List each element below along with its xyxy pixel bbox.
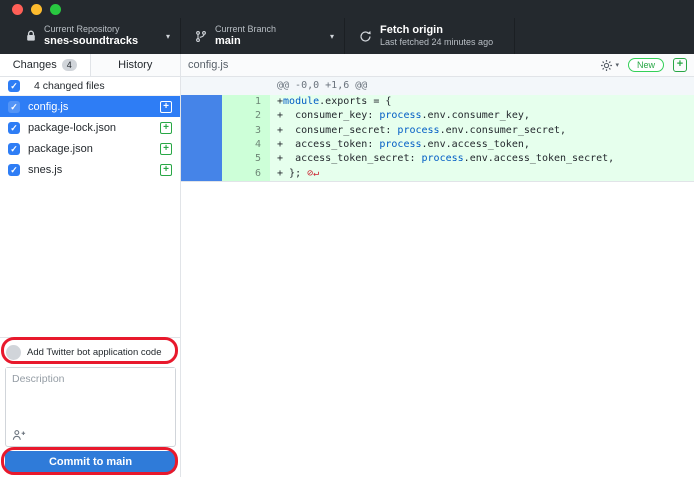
diff-line: 5+ access_token_secret: process.env.acce… bbox=[181, 152, 694, 166]
app-window: Current Repository snes-soundtracks ▾ Cu… bbox=[0, 0, 694, 477]
added-file-icon: + bbox=[160, 143, 172, 155]
file-name: snes.js bbox=[28, 164, 62, 176]
file-checkbox[interactable]: ✓ bbox=[8, 122, 20, 134]
traffic-lights bbox=[0, 0, 694, 18]
sidebar-tabs: Changes 4 History bbox=[0, 54, 180, 77]
sync-icon bbox=[359, 30, 372, 43]
chevron-down-icon: ▾ bbox=[615, 61, 619, 69]
zoom-window-button[interactable] bbox=[50, 4, 61, 15]
file-checkbox[interactable]: ✓ bbox=[8, 101, 20, 113]
diff-line: 1+module.exports = { bbox=[181, 95, 694, 109]
toolbar: Current Repository snes-soundtracks ▾ Cu… bbox=[0, 18, 694, 54]
file-row[interactable]: ✓ config.js + bbox=[0, 96, 180, 117]
diff-lines: 1+module.exports = {2+ consumer_key: pro… bbox=[181, 95, 694, 181]
diff-line-content: + access_token_secret: process.env.acces… bbox=[270, 152, 694, 166]
diff-line-content: + access_token: process.env.access_token… bbox=[270, 138, 694, 152]
line-selection-gutter[interactable] bbox=[181, 109, 222, 123]
repository-label: Current Repository bbox=[44, 24, 138, 35]
commit-description-box bbox=[5, 367, 176, 447]
commit-form: Commit to main bbox=[0, 337, 180, 477]
git-branch-icon bbox=[195, 30, 207, 43]
diff-line: 2+ consumer_key: process.env.consumer_ke… bbox=[181, 109, 694, 123]
commit-description-input[interactable] bbox=[6, 368, 175, 423]
branch-name: main bbox=[215, 35, 276, 49]
chevron-down-icon: ▾ bbox=[166, 32, 170, 41]
line-selection-gutter[interactable] bbox=[181, 124, 222, 138]
file-checkbox[interactable]: ✓ bbox=[8, 164, 20, 176]
commit-summary-row bbox=[6, 341, 174, 363]
file-name: package-lock.json bbox=[28, 122, 116, 134]
add-coauthor-icon[interactable] bbox=[12, 429, 26, 441]
diff-line: 4+ access_token: process.env.access_toke… bbox=[181, 138, 694, 152]
current-branch-dropdown[interactable]: Current Branch main ▾ bbox=[181, 18, 345, 54]
file-row[interactable]: ✓ package-lock.json + bbox=[0, 117, 180, 138]
diff-line-content: + consumer_key: process.env.consumer_key… bbox=[270, 109, 694, 123]
added-file-icon: + bbox=[160, 164, 172, 176]
branch-label: Current Branch bbox=[215, 24, 276, 35]
titlebar: Current Repository snes-soundtracks ▾ Cu… bbox=[0, 0, 694, 54]
line-selection-gutter[interactable] bbox=[181, 167, 222, 181]
current-repository-dropdown[interactable]: Current Repository snes-soundtracks ▾ bbox=[0, 18, 181, 54]
diff-header: config.js ▾ New + bbox=[181, 54, 694, 77]
line-number: 1 bbox=[222, 95, 270, 109]
file-row[interactable]: ✓ package.json + bbox=[0, 138, 180, 159]
close-window-button[interactable] bbox=[12, 4, 23, 15]
diff-line-content: + }; ⊘↵ bbox=[270, 167, 694, 181]
tab-history-label: History bbox=[118, 59, 152, 71]
fetch-origin-button[interactable]: Fetch origin Last fetched 24 minutes ago bbox=[345, 18, 515, 54]
file-name: config.js bbox=[28, 101, 68, 113]
file-name: package.json bbox=[28, 143, 93, 155]
diff-options-button[interactable]: ▾ bbox=[600, 59, 619, 72]
changed-files-list: ✓ config.js + ✓ package-lock.json + ✓ package.j… bbox=[0, 96, 180, 180]
commit-button[interactable]: Commit to main bbox=[5, 451, 176, 472]
tab-changes-label: Changes bbox=[13, 59, 57, 71]
file-row[interactable]: ✓ snes.js + bbox=[0, 159, 180, 180]
changes-count-badge: 4 bbox=[62, 59, 77, 71]
fetch-sublabel: Last fetched 24 minutes ago bbox=[380, 37, 493, 48]
diff-line: 6+ }; ⊘↵ bbox=[181, 167, 694, 181]
commit-summary-input[interactable] bbox=[27, 347, 174, 358]
diff-file-name: config.js bbox=[188, 59, 228, 71]
repository-name: snes-soundtracks bbox=[44, 35, 138, 49]
line-number: 5 bbox=[222, 152, 270, 166]
diff-line-content: +module.exports = { bbox=[270, 95, 694, 109]
diff-pane: config.js ▾ New + @@ -0,0 +1,6 @@ 1+modu… bbox=[181, 54, 694, 477]
gear-icon bbox=[600, 59, 613, 72]
plus-icon[interactable]: + bbox=[673, 58, 687, 72]
avatar bbox=[6, 345, 21, 360]
changed-files-header: ✓ 4 changed files bbox=[0, 77, 180, 96]
chevron-down-icon: ▾ bbox=[330, 32, 334, 41]
diff-line-content: + consumer_secret: process.env.consumer_… bbox=[270, 124, 694, 138]
added-file-icon: + bbox=[160, 122, 172, 134]
hunk-header: @@ -0,0 +1,6 @@ bbox=[181, 77, 694, 95]
tab-changes[interactable]: Changes 4 bbox=[0, 54, 90, 76]
lock-icon bbox=[26, 30, 36, 42]
changed-files-label: 4 changed files bbox=[34, 80, 105, 92]
line-number: 4 bbox=[222, 138, 270, 152]
diff-view: @@ -0,0 +1,6 @@ 1+module.exports = {2+ c… bbox=[181, 77, 694, 182]
select-all-checkbox[interactable]: ✓ bbox=[8, 80, 20, 92]
new-file-badge: New bbox=[628, 58, 664, 72]
line-selection-gutter[interactable] bbox=[181, 138, 222, 152]
line-selection-gutter[interactable] bbox=[181, 152, 222, 166]
tab-history[interactable]: History bbox=[90, 54, 181, 76]
line-number: 3 bbox=[222, 124, 270, 138]
minimize-window-button[interactable] bbox=[31, 4, 42, 15]
fetch-label: Fetch origin bbox=[380, 24, 493, 38]
diff-line: 3+ consumer_secret: process.env.consumer… bbox=[181, 124, 694, 138]
added-file-icon: + bbox=[160, 101, 172, 113]
line-selection-gutter[interactable] bbox=[181, 95, 222, 109]
changes-sidebar: Changes 4 History ✓ 4 changed files ✓ con… bbox=[0, 54, 181, 477]
line-number: 2 bbox=[222, 109, 270, 123]
file-checkbox[interactable]: ✓ bbox=[8, 143, 20, 155]
line-number: 6 bbox=[222, 167, 270, 181]
